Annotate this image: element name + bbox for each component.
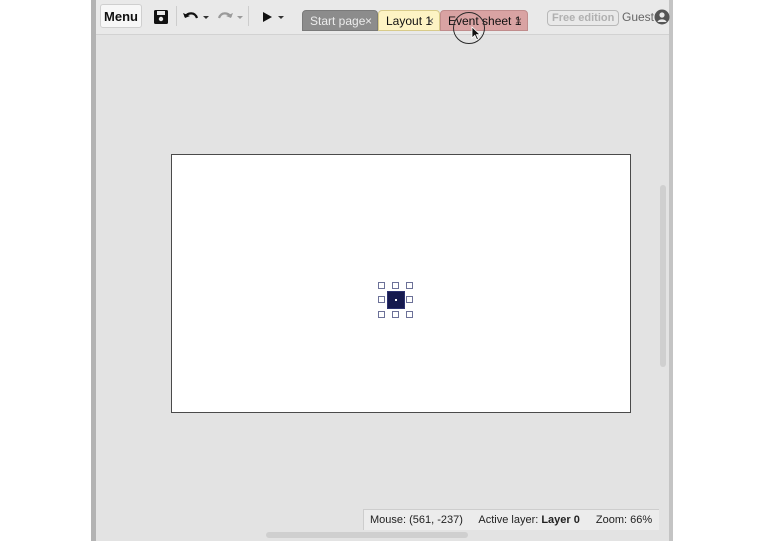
redo-icon[interactable]	[214, 6, 236, 28]
user-circle-icon[interactable]	[654, 9, 670, 25]
tab-label: Layout 1	[386, 14, 433, 28]
tab-layout-1[interactable]: Layout 1 ×	[378, 10, 440, 31]
horizontal-scrollbar[interactable]	[266, 532, 468, 538]
sprite-origin-point	[395, 299, 397, 301]
sprite-body[interactable]	[387, 291, 405, 309]
play-dropdown-icon[interactable]	[277, 6, 285, 28]
resize-handle-left[interactable]	[378, 296, 385, 303]
mouse-pointer-icon	[471, 26, 481, 41]
menu-button[interactable]: Menu	[100, 4, 142, 28]
toolbar-divider	[248, 6, 249, 26]
window-frame-left	[91, 0, 96, 541]
resize-handle-bottom-right[interactable]	[406, 311, 413, 318]
vertical-scrollbar[interactable]	[660, 185, 666, 367]
user-label[interactable]: Guest	[622, 10, 654, 24]
tab-close-icon[interactable]: ×	[515, 11, 522, 32]
undo-icon[interactable]	[180, 6, 202, 28]
resize-handle-top-left[interactable]	[378, 282, 385, 289]
active-layer-label: Active layer:	[478, 514, 539, 526]
tab-close-icon[interactable]: ×	[365, 11, 372, 32]
tab-start-page[interactable]: Start page ×	[302, 10, 378, 31]
editor-window: Menu Start page × Layout 1 × Event sheet…	[91, 0, 673, 541]
zoom-level: Zoom: 66%	[595, 514, 653, 526]
selected-sprite[interactable]	[378, 282, 413, 318]
window-frame-right	[669, 0, 673, 541]
resize-handle-bottom-left[interactable]	[378, 311, 385, 318]
play-icon[interactable]	[258, 6, 276, 28]
tab-label: Start page	[310, 14, 366, 28]
redo-dropdown-icon[interactable]	[236, 6, 244, 28]
toolbar-divider	[176, 6, 177, 26]
tab-close-icon[interactable]: ×	[427, 11, 434, 32]
resize-handle-top-right[interactable]	[406, 282, 413, 289]
resize-handle-right[interactable]	[406, 296, 413, 303]
layout-canvas[interactable]	[171, 154, 631, 413]
resize-handle-top[interactable]	[392, 282, 399, 289]
active-layer-value: Layer 0	[541, 514, 580, 526]
undo-dropdown-icon[interactable]	[202, 6, 210, 28]
mouse-position: Mouse: (561, -237)	[370, 514, 463, 526]
status-bar: Mouse: (561, -237) Active layer: Layer 0 …	[363, 509, 659, 530]
active-layer: Active layer: Layer 0	[478, 514, 579, 526]
edition-badge[interactable]: Free edition	[547, 10, 620, 26]
top-toolbar: Menu Start page × Layout 1 × Event sheet…	[96, 0, 670, 35]
save-icon[interactable]	[150, 6, 172, 28]
resize-handle-bottom[interactable]	[392, 311, 399, 318]
